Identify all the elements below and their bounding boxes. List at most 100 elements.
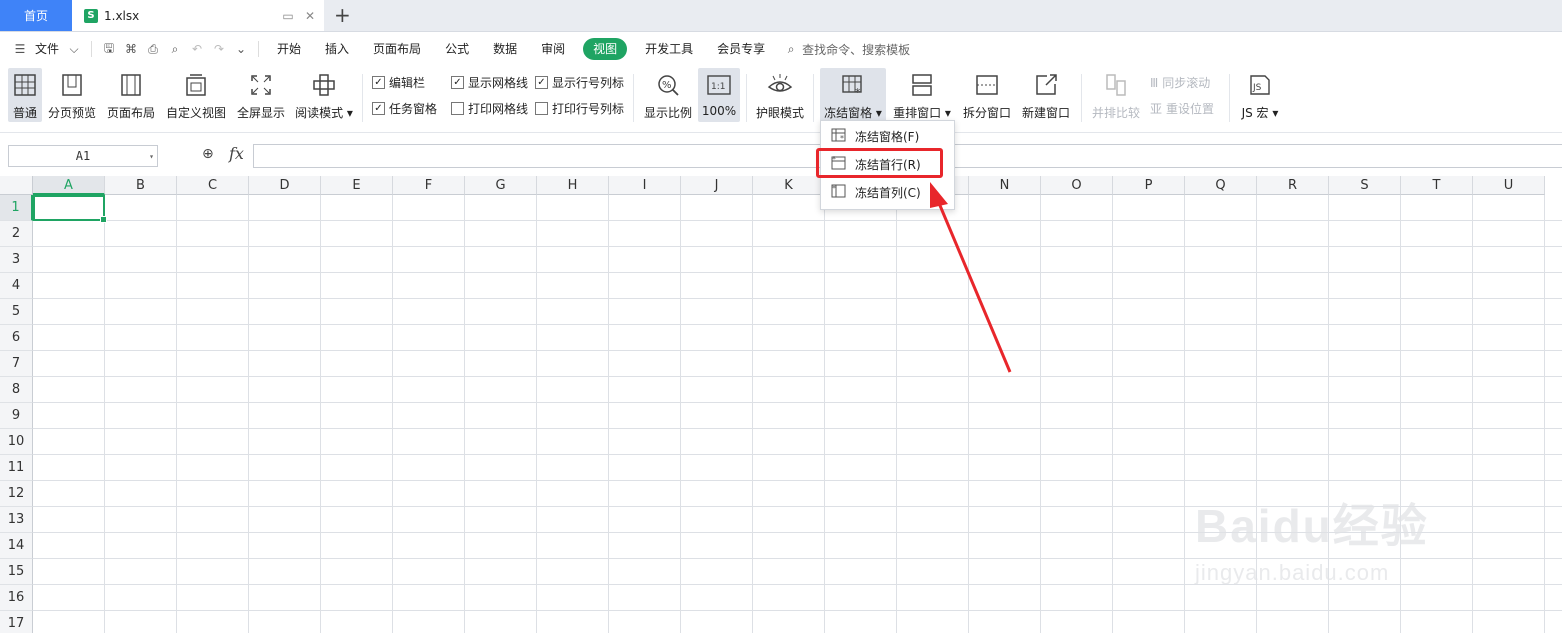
tab-home[interactable]: 首页 — [0, 0, 72, 31]
file-menu[interactable]: 文件 — [31, 38, 63, 60]
redo-icon[interactable]: ↷ — [211, 41, 227, 57]
page-layout-button[interactable]: 页面布局 — [105, 68, 157, 122]
column-header[interactable]: H — [537, 176, 609, 195]
active-cell[interactable] — [33, 195, 107, 223]
column-header[interactable]: S — [1329, 176, 1401, 195]
freeze-panes-label: 冻结窗格 ▾ — [824, 106, 882, 120]
column-header[interactable]: K — [753, 176, 825, 195]
column-header[interactable]: R — [1257, 176, 1329, 195]
menu-home[interactable]: 开始 — [265, 38, 313, 60]
column-header[interactable]: F — [393, 176, 465, 195]
arrange-windows-icon — [909, 72, 935, 98]
svg-text:JS: JS — [1252, 83, 1262, 93]
zoom-icon[interactable]: ⊕ — [202, 146, 214, 162]
new-window-button[interactable]: 新建窗口 — [1019, 68, 1073, 122]
side-by-side-button[interactable]: 并排比较 — [1090, 68, 1142, 122]
row-header[interactable]: 15 — [0, 559, 33, 585]
row-header[interactable]: 2 — [0, 221, 33, 247]
reset-position-label: 重设位置 — [1166, 102, 1215, 116]
column-header[interactable]: J — [681, 176, 753, 195]
row-header[interactable]: 6 — [0, 325, 33, 351]
column-header[interactable]: A — [33, 176, 105, 195]
edit-bar-checkbox[interactable]: ✓ 编辑栏 — [372, 74, 425, 91]
row-header[interactable]: 12 — [0, 481, 33, 507]
row-header[interactable]: 11 — [0, 455, 33, 481]
tab-file[interactable]: S 1.xlsx ▭ ✕ — [72, 0, 324, 31]
fullscreen-button[interactable]: 全屏显示 — [235, 68, 287, 122]
grid-vline — [176, 195, 177, 633]
watermark-brand: Baidu经验 — [1195, 500, 1429, 552]
task-pane-checkbox[interactable]: ✓ 任务窗格 — [372, 100, 437, 117]
column-header[interactable]: G — [465, 176, 537, 195]
menu-review[interactable]: 审阅 — [529, 38, 577, 60]
save-icon[interactable]: 🖫 — [101, 41, 117, 57]
row-header[interactable]: 13 — [0, 507, 33, 533]
sync-scroll-button[interactable]: Ⅲ 同步滚动 — [1150, 74, 1210, 91]
zoom-100-label: 100% — [701, 104, 737, 118]
select-all-corner[interactable] — [0, 176, 33, 195]
normal-view-button[interactable]: 普通 — [8, 68, 42, 122]
row-header[interactable]: 9 — [0, 403, 33, 429]
column-header[interactable]: Q — [1185, 176, 1257, 195]
function-icon[interactable]: fx — [229, 144, 244, 163]
reset-position-button[interactable]: 亚重设位置 — [1150, 100, 1214, 117]
row-header[interactable]: 10 — [0, 429, 33, 455]
undo-icon[interactable]: ↶ — [189, 41, 205, 57]
format-painter-icon[interactable]: ⌘ — [123, 41, 139, 57]
menu-member[interactable]: 会员专享 — [705, 38, 777, 60]
column-header[interactable]: T — [1401, 176, 1473, 195]
freeze-panes-button[interactable]: * 冻结窗格 ▾ — [820, 68, 886, 122]
arrange-windows-button[interactable]: 重排窗口 ▾ — [891, 68, 953, 122]
page-break-preview-button[interactable]: 分页预览 — [46, 68, 98, 122]
print-icon[interactable]: ⎙ — [145, 41, 161, 57]
row-header[interactable]: 7 — [0, 351, 33, 377]
split-window-button[interactable]: 拆分窗口 — [960, 68, 1014, 122]
chevron-down-icon[interactable]: ⌵ — [66, 41, 82, 57]
close-icon[interactable]: ✕ — [302, 9, 318, 23]
name-box[interactable]: A1 ▾ — [8, 145, 158, 167]
custom-view-button[interactable]: 自定义视图 — [164, 68, 228, 122]
show-gridlines-checkbox[interactable]: ✓ 显示网格线 — [451, 74, 528, 91]
split-window-icon — [974, 72, 1000, 98]
menu-data[interactable]: 数据 — [481, 38, 529, 60]
row-header[interactable]: 3 — [0, 247, 33, 273]
menu-page-layout[interactable]: 页面布局 — [361, 38, 433, 60]
hamburger-icon[interactable]: ☰ — [12, 41, 28, 57]
pin-window-icon[interactable]: ▭ — [280, 9, 296, 23]
menu-view[interactable]: 视图 — [583, 38, 628, 60]
row-header[interactable]: 4 — [0, 273, 33, 299]
grid-vline — [680, 195, 681, 633]
column-header[interactable]: D — [249, 176, 321, 195]
show-headers-checkbox[interactable]: ✓ 显示行号列标 — [535, 74, 624, 91]
row-header[interactable]: 14 — [0, 533, 33, 559]
row-header[interactable]: 1 — [0, 195, 33, 221]
row-header[interactable]: 17 — [0, 611, 33, 633]
print-preview-icon[interactable]: ⌕ — [167, 41, 183, 57]
chevron-down-icon[interactable]: ▾ — [149, 152, 154, 161]
row-header[interactable]: 5 — [0, 299, 33, 325]
customize-icon[interactable]: ⌄ — [233, 41, 249, 57]
print-headers-checkbox[interactable]: 打印行号列标 — [535, 100, 624, 117]
print-gridlines-checkbox[interactable]: 打印网格线 — [451, 100, 528, 117]
menu-developer[interactable]: 开发工具 — [633, 38, 705, 60]
zoom-button[interactable]: % 显示比例 — [642, 68, 694, 122]
add-tab-icon[interactable]: + — [334, 4, 351, 26]
column-header[interactable]: B — [105, 176, 177, 195]
column-header[interactable]: O — [1041, 176, 1113, 195]
menu-formulas[interactable]: 公式 — [433, 38, 481, 60]
js-macro-button[interactable]: JS JS 宏 ▾ — [1238, 68, 1282, 122]
column-header[interactable]: P — [1113, 176, 1185, 195]
freeze-panes-item[interactable]: * 冻结窗格(F) — [821, 123, 954, 149]
search-input[interactable]: 查找命令、搜索模板 — [802, 41, 910, 58]
column-header[interactable]: C — [177, 176, 249, 195]
eye-care-button[interactable]: 护眼模式 — [754, 68, 806, 122]
row-header[interactable]: 16 — [0, 585, 33, 611]
zoom-100-button[interactable]: 1:1 100% — [698, 68, 740, 122]
menu-insert[interactable]: 插入 — [313, 38, 361, 60]
grid-hline — [33, 454, 1562, 455]
row-header[interactable]: 8 — [0, 377, 33, 403]
reading-mode-button[interactable]: 阅读模式 ▾ — [294, 68, 354, 122]
column-header[interactable]: U — [1473, 176, 1545, 195]
column-header[interactable]: I — [609, 176, 681, 195]
column-header[interactable]: E — [321, 176, 393, 195]
